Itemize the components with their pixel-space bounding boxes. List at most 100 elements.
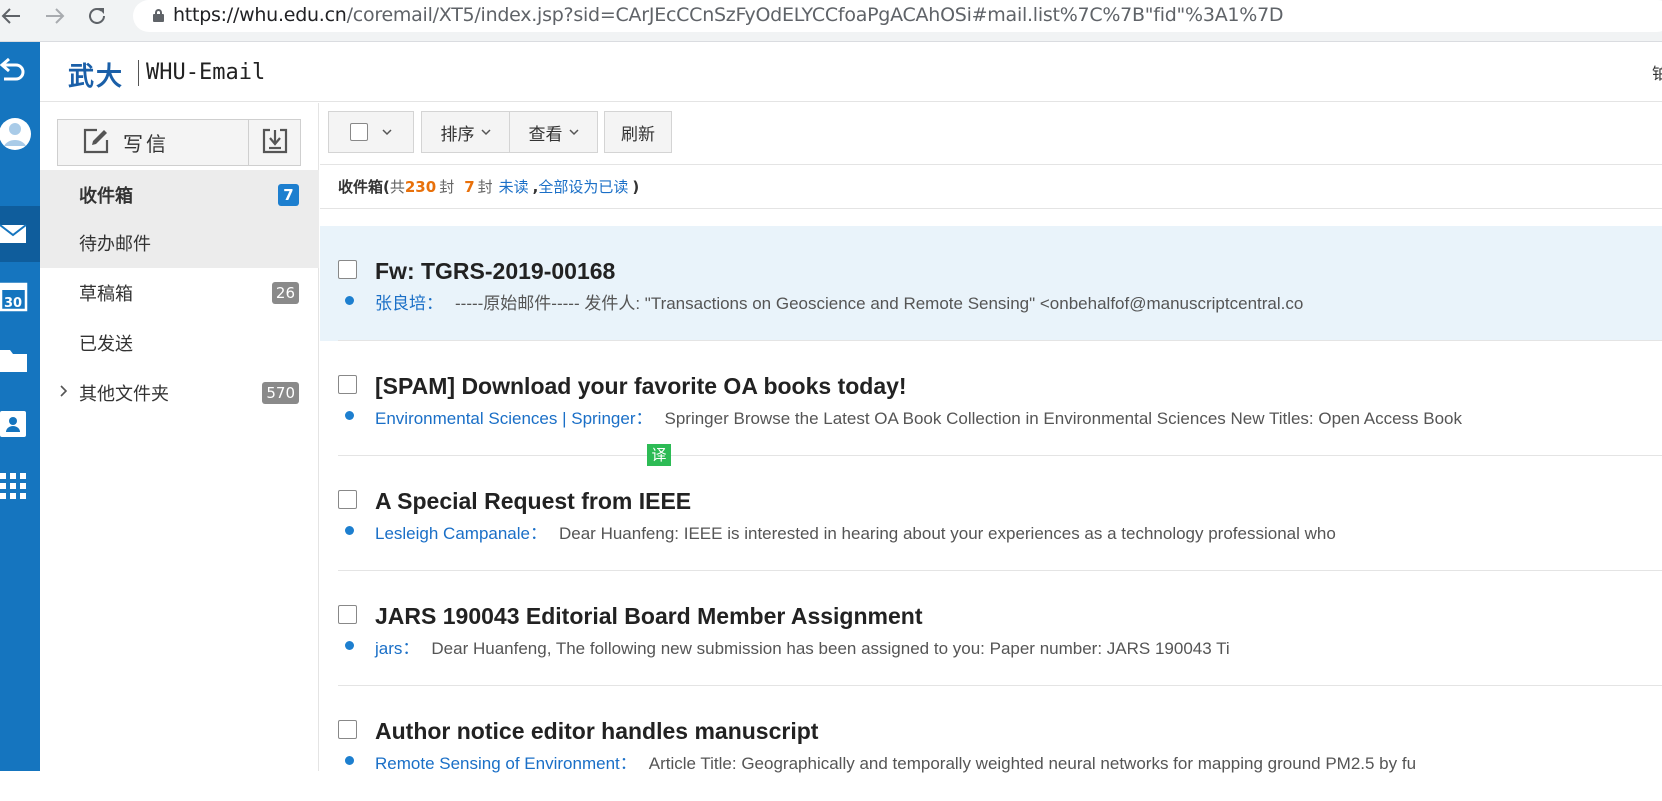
mail-sender[interactable]: jars [375,639,402,658]
url-text: https://whu.edu.cn/coremail/XT5/index.js… [173,4,1284,26]
folder-label: 已发送 [79,334,133,355]
mail-preview: Dear Huanfeng: IEEE is interested in hea… [559,524,1336,543]
left-rail: 30 [0,42,40,771]
folder-icon[interactable] [0,332,40,388]
row-checkbox[interactable] [338,490,357,509]
address-bar[interactable]: https://whu.edu.cn/coremail/XT5/index.js… [133,0,1662,32]
folder-name: 收件箱( [338,178,390,196]
mail-icon[interactable] [0,206,40,262]
unread-dot-icon [345,411,354,420]
svg-text:30: 30 [4,296,22,311]
mail-sender[interactable]: Remote Sensing of Environment [375,754,620,773]
row-checkbox[interactable] [338,720,357,739]
unread-dot-icon [345,296,354,305]
inbox-summary: 收件箱( 共 230 封 7 封 未读 , 全部设为已读 ) [320,165,1662,209]
row-checkbox[interactable] [338,375,357,394]
compose-button[interactable]: 写信 [58,120,248,165]
logo-chinese: 武大 [68,62,125,92]
mail-preview: Springer Browse the Latest OA Book Colle… [664,409,1463,428]
browser-toolbar: https://whu.edu.cn/coremail/XT5/index.js… [0,0,1662,42]
mark-all-read-link[interactable]: 全部设为已读 [538,176,628,197]
folder-drafts[interactable]: 草稿箱 26 [40,268,319,318]
chevron-down-icon [480,126,491,139]
mail-list: Fw: TGRS-2019-00168 张良培： -----原始邮件----- 发… [320,226,1662,773]
status-close: ) [632,177,640,196]
receive-icon [262,128,288,158]
mail-sender[interactable]: Environmental Sciences | Springer [375,409,636,428]
chevron-down-icon [382,126,392,139]
contacts-icon[interactable] [0,396,40,452]
mail-row[interactable]: A Special Request from IEEE Lesleigh Cam… [320,456,1662,571]
lock-icon [153,9,164,22]
mail-sender[interactable]: 张良培 [375,294,426,313]
mail-preview: -----原始邮件----- 发件人: "Transactions on Geo… [455,294,1304,313]
return-icon[interactable] [0,42,40,98]
sender-separator: ： [402,639,420,658]
reload-icon[interactable] [82,5,112,35]
count-badge: 570 [262,382,299,404]
mail-sender[interactable]: Lesleigh Campanale [375,524,530,543]
folder-others[interactable]: 其他文件夹 570 [40,368,319,418]
row-checkbox[interactable] [338,605,357,624]
mail-meta: Lesleigh Campanale： Dear Huanfeng: IEEE i… [375,519,1336,544]
mail-meta: jars： Dear Huanfeng, The following new su… [375,634,1230,659]
mail-meta: Environmental Sciences | Springer： Spring… [375,404,1462,429]
avatar-icon[interactable] [0,106,40,162]
mail-row[interactable]: [SPAM] Download your favorite OA books t… [320,341,1662,456]
mail-row[interactable]: Fw: TGRS-2019-00168 张良培： -----原始邮件----- 发… [320,226,1662,341]
mail-preview: Article Title: Geographically and tempor… [648,754,1417,773]
mail-row[interactable]: JARS 190043 Editorial Board Member Assig… [320,571,1662,686]
compose-label: 写信 [123,132,169,156]
chevron-right-icon[interactable] [60,385,68,401]
row-checkbox[interactable] [338,260,357,279]
unread-badge: 7 [278,184,299,206]
total-prefix: 共 [389,178,405,196]
folder-label: 草稿箱 [79,284,133,305]
mail-meta: Remote Sensing of Environment： Article Ti… [375,749,1416,774]
unread-dot-icon [345,641,354,650]
back-icon[interactable] [0,5,26,35]
unread-dot-icon [345,526,354,535]
logo-english: WHU-Email [146,60,266,85]
mail-subject[interactable]: JARS 190043 Editorial Board Member Assig… [375,603,923,630]
receive-mail-button[interactable] [249,120,301,165]
mail-meta: 张良培： -----原始邮件----- 发件人: "Transactions on… [375,289,1303,314]
chevron-down-icon [568,126,579,139]
sort-button[interactable]: 排序 [421,111,510,153]
compose-group: 写信 [57,119,301,166]
refresh-label: 刷新 [621,124,655,145]
compose-icon [83,128,109,158]
folder-label: 其他文件夹 [79,384,169,405]
view-button[interactable]: 查看 [509,111,598,153]
unread-link[interactable]: 未读 [499,176,529,197]
select-all-dropdown[interactable] [328,111,414,153]
mail-preview: Dear Huanfeng, The following new submiss… [431,639,1230,658]
sender-separator: ： [530,524,547,543]
view-label: 查看 [528,124,563,145]
select-all-checkbox[interactable] [350,123,368,141]
unread-dot-icon [345,756,354,765]
folder-sent[interactable]: 已发送 [40,318,319,368]
app-header: 武大 WHU-Email 铂 [40,42,1662,102]
sender-separator: ： [619,754,637,773]
mail-subject[interactable]: Author notice editor handles manuscript [375,718,818,745]
sender-separator: ： [426,294,443,313]
translate-button[interactable]: 译 [647,444,671,466]
mail-subject[interactable]: Fw: TGRS-2019-00168 [375,258,615,285]
apps-grid-icon[interactable] [0,458,40,514]
mail-row[interactable]: Author notice editor handles manuscript … [320,686,1662,801]
total-count: 230 [404,177,437,196]
folder-todo[interactable]: 待办邮件 [40,218,319,268]
refresh-button[interactable]: 刷新 [604,111,672,153]
mail-subject[interactable]: [SPAM] Download your favorite OA books t… [375,373,907,400]
calendar-icon[interactable]: 30 [0,268,40,324]
header-right-text[interactable]: 铂 [1652,60,1662,84]
list-toolbar: 排序 查看 刷新 [320,103,1662,165]
unread-count: 7 [464,177,475,196]
sort-label: 排序 [440,124,475,145]
unread-unit: 封 [477,178,493,196]
folder-inbox[interactable]: 收件箱 7 [40,170,319,220]
mail-subject[interactable]: A Special Request from IEEE [375,488,691,515]
forward-icon[interactable] [40,5,70,35]
logo-divider [138,60,139,86]
